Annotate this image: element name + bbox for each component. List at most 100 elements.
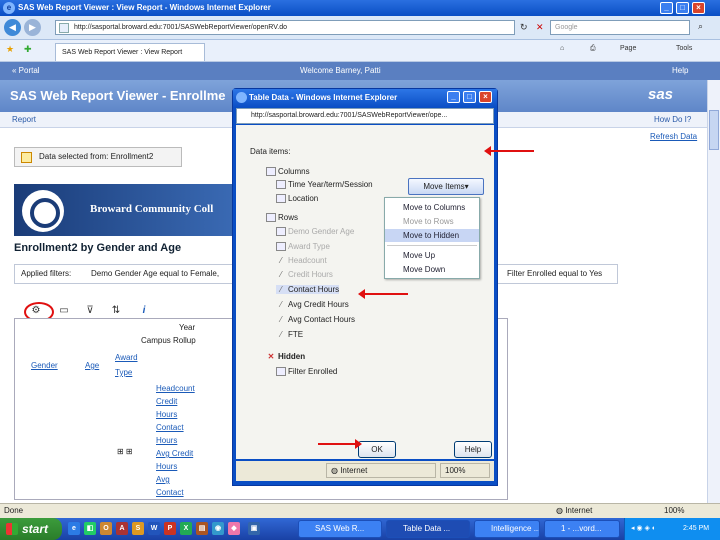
filter-icon[interactable]: ⊽ (82, 303, 98, 318)
tree-item-avg-contact-hours[interactable]: ⁄ Avg Contact Hours (276, 315, 355, 324)
tree-item-avg-credit-hours[interactable]: ⁄ Avg Credit Hours (276, 300, 348, 309)
menu-move-up[interactable]: Move Up (385, 249, 479, 262)
quicklaunch-word-icon[interactable]: W (148, 522, 160, 535)
dialog-zoom[interactable]: 100% (440, 463, 490, 478)
quicklaunch-app3-icon[interactable]: ▣ (248, 522, 260, 535)
task-word-doc[interactable]: 1 - ...vord... (544, 520, 620, 538)
page-menu[interactable]: Page (620, 45, 636, 52)
category-icon (276, 367, 286, 377)
quicklaunch-app-icon[interactable]: ◉ (212, 522, 224, 535)
quicklaunch-sas-icon[interactable]: S (132, 522, 144, 535)
task-sas-web-report[interactable]: SAS Web R... (298, 520, 382, 538)
age-header[interactable]: Age (85, 361, 99, 370)
print-icon[interactable]: ⎙ (590, 45, 596, 53)
help-button[interactable]: Help (454, 441, 492, 458)
category-icon (276, 194, 286, 204)
quicklaunch-ie-icon[interactable]: e (68, 522, 80, 535)
measure-credit[interactable]: Credit (156, 397, 177, 406)
tree-item-time[interactable]: Time Year/term/Session (276, 180, 373, 190)
portal-back-link[interactable]: « Portal (12, 62, 40, 80)
browser-tab[interactable]: SAS Web Report Viewer : View Report (55, 43, 205, 61)
minimize-icon[interactable]: _ (660, 2, 673, 14)
tree-item-headcount[interactable]: ⁄ Headcount (276, 256, 326, 265)
quicklaunch-app2-icon[interactable]: ◆ (228, 522, 240, 535)
sort-icon[interactable]: ⇅ (108, 303, 124, 318)
favorites-star-icon[interactable]: ★ (6, 44, 14, 55)
measure-avg-credit-hours[interactable]: Hours (156, 462, 177, 471)
dialog-minimize-icon[interactable]: _ (447, 91, 460, 103)
quicklaunch-outlook-icon[interactable]: O (100, 522, 112, 535)
tree-rows[interactable]: Rows (266, 213, 298, 223)
quicklaunch-access-icon[interactable]: A (116, 522, 128, 535)
task-intelligence[interactable]: Intelligence ... (474, 520, 540, 538)
quicklaunch-desktop-icon[interactable]: ◧ (84, 522, 96, 535)
tree-columns[interactable]: Columns (266, 167, 310, 177)
tree-item-label: Award Type (288, 242, 330, 251)
report-menu[interactable]: Report (12, 112, 36, 128)
address-bar[interactable]: http://sasportal.broward.edu:7001/SASWeb… (55, 20, 515, 35)
quicklaunch-powerpoint-icon[interactable]: P (164, 522, 176, 535)
scroll-thumb[interactable] (709, 110, 719, 150)
info-icon[interactable]: i (136, 303, 152, 318)
stop-icon[interactable]: ✕ (536, 22, 544, 33)
tree-item-award-type[interactable]: Award Type (276, 242, 330, 252)
search-input[interactable]: Google (550, 20, 690, 35)
measure-avg-contact[interactable]: Contact (156, 488, 184, 497)
home-icon[interactable]: ⌂ (560, 45, 564, 52)
gender-header[interactable]: Gender (31, 361, 58, 370)
menu-move-to-hidden[interactable]: Move to Hidden (385, 229, 479, 242)
menu-move-to-rows[interactable]: Move to Rows (385, 215, 479, 228)
award-header[interactable]: Award (115, 353, 138, 362)
tree-item-fte[interactable]: ⁄ FTE (276, 330, 303, 339)
maximize-icon[interactable]: □ (676, 2, 689, 14)
hidden-icon: ✕ (267, 352, 275, 362)
search-icon[interactable]: ⌕ (698, 21, 703, 32)
move-items-button[interactable]: Move Items▾ (408, 178, 484, 195)
measure-credit-hours[interactable]: Hours (156, 410, 177, 419)
category-icon (276, 242, 286, 252)
menu-move-down[interactable]: Move Down (385, 263, 479, 276)
college-name: Broward Community Coll (90, 203, 214, 215)
forward-icon[interactable]: ▶ (24, 19, 41, 36)
table-properties-icon[interactable]: ▭ (56, 303, 72, 318)
measure-avg-credit[interactable]: Avg Credit (156, 449, 193, 458)
dialog-close-icon[interactable]: × (479, 91, 492, 103)
quicklaunch-excel-icon[interactable]: X (180, 522, 192, 535)
close-icon[interactable]: × (692, 2, 705, 14)
measure-headcount[interactable]: Headcount (156, 384, 195, 393)
quicklaunch-folder-icon[interactable]: ▤ (196, 522, 208, 535)
how-do-i-menu[interactable]: How Do I? (654, 112, 691, 128)
portal-help-link[interactable]: Help (672, 62, 688, 80)
measure-avg[interactable]: Avg (156, 475, 170, 484)
measure-icon: ⁄ (280, 270, 282, 280)
tree-item-location[interactable]: Location (276, 194, 318, 204)
system-tray: ◂ ◉ ◈ ◐ 2:45 PM (624, 518, 720, 540)
refresh-data-link[interactable]: Refresh Data (650, 132, 697, 141)
measure-contact[interactable]: Contact (156, 423, 184, 432)
tree-item-label: Filter Enrolled (288, 367, 338, 376)
tree-item-contact-hours[interactable]: ⁄ Contact Hours (276, 285, 340, 295)
expand-icon[interactable]: ⊞ ⊞ (117, 447, 133, 456)
tree-item-credit-hours[interactable]: ⁄ Credit Hours (276, 270, 333, 279)
table-data-dialog: Table Data - Windows Internet Explorer _… (232, 88, 498, 486)
add-favorite-icon[interactable]: ✚ (24, 44, 32, 55)
back-icon[interactable]: ◀ (4, 19, 21, 36)
ok-button[interactable]: OK (358, 441, 396, 458)
tree-item-filter-enrolled[interactable]: Filter Enrolled (276, 367, 338, 377)
task-table-data[interactable]: Table Data ... (386, 520, 470, 538)
start-button[interactable]: start (0, 518, 62, 540)
status-zone-label: Internet (565, 506, 593, 515)
menu-move-to-columns[interactable]: Move to Columns (385, 201, 479, 214)
dialog-address-bar[interactable]: http://sasportal.broward.edu:7001/SASWeb… (236, 108, 494, 124)
tree-hidden[interactable]: ✕ Hidden (266, 352, 305, 361)
status-zoom[interactable]: 100% (664, 504, 684, 518)
vertical-scrollbar[interactable] (707, 80, 720, 503)
type-header[interactable]: Type (115, 368, 132, 377)
dialog-maximize-icon[interactable]: □ (463, 91, 476, 103)
measure-contact-hours[interactable]: Hours (156, 436, 177, 445)
tools-menu[interactable]: Tools (676, 45, 692, 52)
refresh-icon[interactable]: ↻ (520, 22, 528, 33)
tree-item-demo-gender-age[interactable]: Demo Gender Age (276, 227, 354, 237)
dialog-body: Data items: Columns Time Year/term/Sessi… (236, 125, 494, 459)
data-items-label: Data items: (250, 147, 291, 156)
